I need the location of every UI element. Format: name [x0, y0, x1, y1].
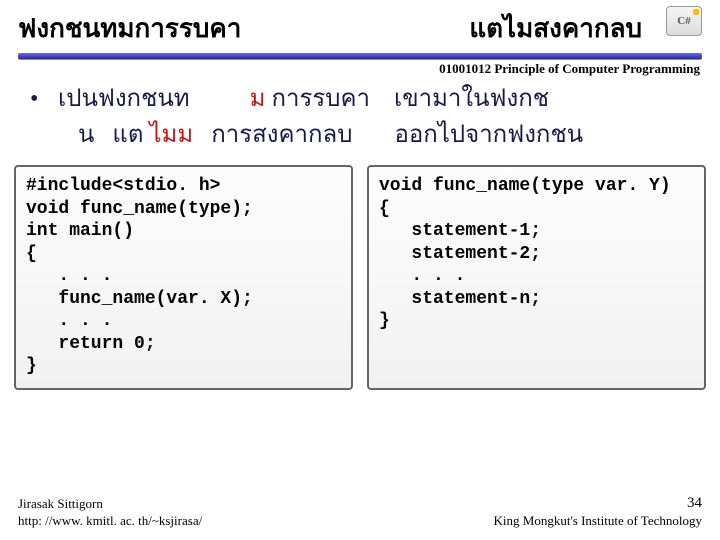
course-code: 01001012 Principle of Computer Programmi… — [0, 59, 720, 77]
code-box-right: void func_name(type var. Y) { statement-… — [367, 165, 706, 390]
author-name: Jirasak Sittigorn — [18, 496, 202, 513]
code-row: #include<stdio. h> void func_name(type);… — [0, 161, 720, 390]
footer-right: 34 King Mongkut's Institute of Technolog… — [494, 494, 702, 530]
text-seg-red: ม — [190, 81, 266, 117]
page-number: 34 — [494, 494, 702, 514]
slide-footer: Jirasak Sittigorn http: //www. kmitl. ac… — [0, 494, 720, 530]
title-right: แตไมสงคากลบ — [469, 8, 642, 49]
code-box-left: #include<stdio. h> void func_name(type);… — [14, 165, 353, 390]
text-seg: น แต — [78, 122, 149, 148]
text-seg: การรบคา — [265, 81, 370, 117]
bullet-icon: • — [30, 81, 58, 117]
title-left: ฟงกชนทมการรบคา — [18, 8, 241, 49]
text-seg: การสงคากลบ — [193, 122, 352, 148]
footer-left: Jirasak Sittigorn http: //www. kmitl. ac… — [18, 496, 202, 530]
text-seg-red: ไมม — [149, 122, 193, 148]
text-seg: ออกไปจากฟงกชน — [352, 122, 583, 148]
slide-header: ฟงกชนทมการรบคา แตไมสงคากลบ — [0, 0, 720, 49]
text-seg: เปนฟงกชนท — [58, 81, 190, 117]
body-line-2: น แต ไมม การสงคากลบ ออกไปจากฟงกชน — [30, 117, 690, 153]
body-line-1: • เปนฟงกชนท ม การรบคา เขามาในฟงกช — [30, 81, 690, 117]
institution: King Mongkut's Institute of Technology — [494, 513, 702, 530]
red-word: ม — [250, 86, 266, 112]
language-badge-icon: C# — [666, 6, 702, 36]
author-url: http: //www. kmitl. ac. th/~ksjirasa/ — [18, 513, 202, 530]
text-seg: เขามาในฟงกช — [370, 81, 549, 117]
slide-body: • เปนฟงกชนท ม การรบคา เขามาในฟงกช น แต ไ… — [0, 77, 720, 161]
